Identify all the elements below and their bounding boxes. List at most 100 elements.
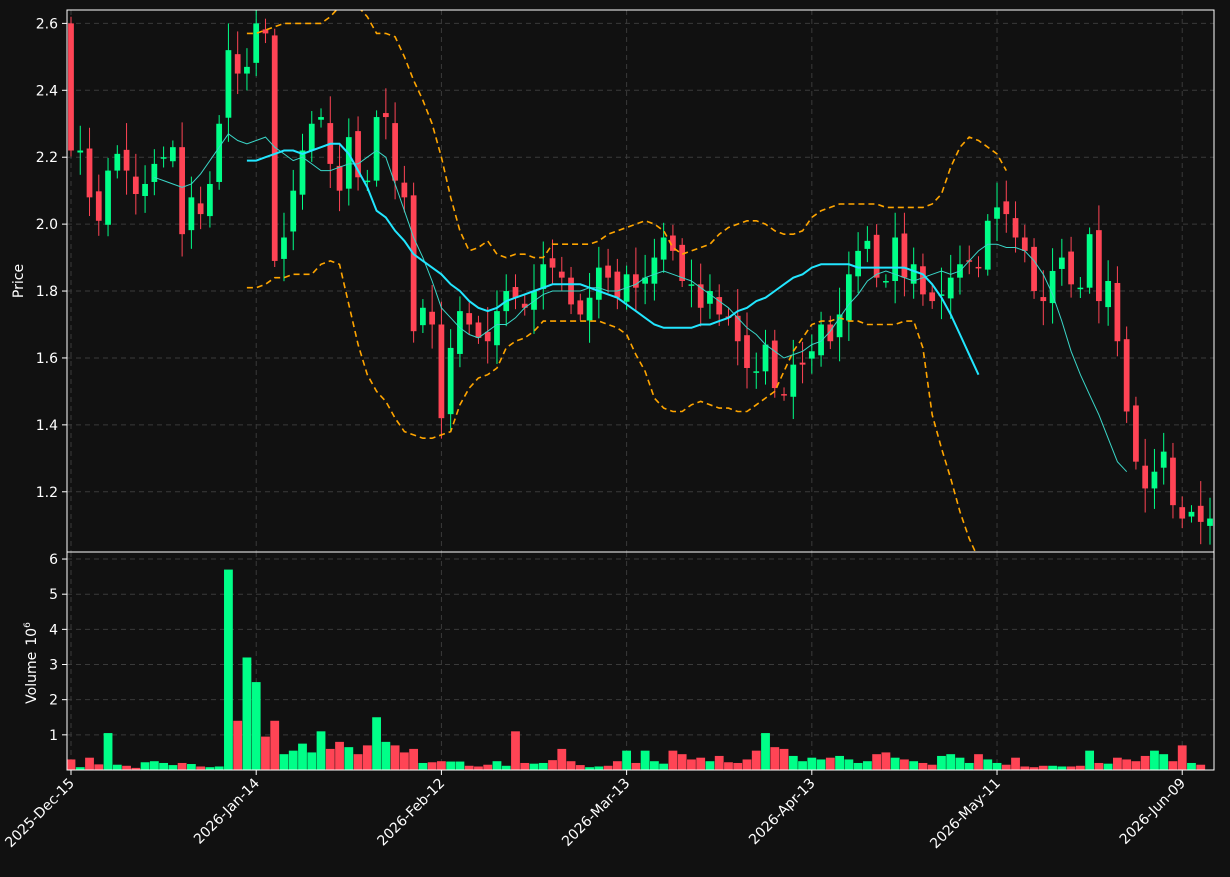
candle-body: [660, 237, 667, 260]
candle-body: [179, 147, 185, 235]
candle-body: [549, 258, 556, 268]
candle-body: [77, 150, 84, 153]
volume-tick-label: 1: [49, 728, 58, 744]
volume-bar: [1020, 766, 1030, 770]
candle-body: [123, 149, 130, 171]
volume-bar: [714, 755, 724, 770]
volume-bar: [168, 765, 178, 770]
candle-body: [651, 257, 658, 284]
candle-body: [1040, 297, 1047, 302]
volume-bar: [955, 757, 965, 770]
candle-body: [744, 335, 750, 368]
volume-bar: [261, 736, 270, 770]
volume-bar: [390, 745, 400, 770]
volume-bar: [798, 761, 807, 770]
volume-bar: [1103, 763, 1113, 770]
candle-body: [216, 123, 223, 182]
candle-body: [753, 371, 760, 373]
chart-svg: 1.2 1.4 1.6 1.8 2.0 2.2 2.4 2.6 1 2 3 4 5 6 2025-Dec-1…: [2, 9, 1215, 852]
candle-body: [253, 23, 260, 63]
candle-body: [1105, 281, 1112, 308]
candle-body: [577, 300, 584, 315]
volume-label-text: Volume: [24, 652, 40, 704]
volume-bar: [696, 757, 706, 770]
candle-body: [586, 297, 593, 321]
volume-bar: [335, 741, 344, 770]
candle-body: [994, 207, 1000, 219]
volume-bar: [631, 762, 641, 770]
volume-bar: [927, 764, 937, 770]
volume-bar: [103, 733, 113, 770]
volume-bar: [964, 762, 974, 770]
candle-body: [781, 394, 787, 396]
volume-bar: [603, 765, 613, 770]
ma-slow-line: [246, 142, 980, 376]
volume-bar: [381, 741, 391, 770]
volume-bar: [751, 750, 761, 770]
candle-body: [808, 351, 815, 359]
volume-bar: [946, 754, 956, 770]
candle-body: [790, 364, 797, 397]
candle-body: [1096, 230, 1102, 302]
volume-bar: [1112, 757, 1122, 770]
volume-bar: [474, 766, 483, 770]
volume-bar: [742, 759, 752, 770]
candle-body: [105, 170, 111, 225]
volume-bar: [862, 761, 872, 770]
candle-body: [151, 163, 158, 182]
volume-bar: [538, 762, 548, 770]
volume-bar: [872, 754, 882, 770]
volume-bar: [733, 762, 743, 770]
volume-bar: [983, 759, 993, 770]
price-tick-label: 2.4: [36, 83, 58, 99]
volume-bar: [224, 569, 233, 770]
volume-bar: [937, 755, 946, 770]
candle-body: [373, 117, 380, 181]
volume-bar: [279, 754, 289, 770]
volume-bar: [1048, 765, 1057, 770]
volume-bar: [761, 733, 770, 770]
candle-body: [540, 264, 547, 290]
price-tick-label: 2.2: [36, 150, 58, 166]
volume-bar: [455, 761, 465, 770]
candlestick-chart: 1.2 1.4 1.6 1.8 2.0 2.2 2.4 2.6 1 2 3 4 5 6 2025-Dec-1…: [0, 0, 1230, 873]
volume-bar: [112, 764, 122, 770]
candle-body: [114, 153, 121, 171]
volume-bar: [612, 761, 622, 770]
volume-bar: [622, 750, 632, 770]
candle-body: [429, 311, 436, 325]
candle-body: [169, 147, 176, 162]
candles: [68, 10, 1213, 545]
candle-body: [1086, 234, 1093, 288]
volume-bar: [825, 757, 835, 770]
candle-body: [475, 322, 482, 338]
candle-body: [531, 291, 537, 310]
candle-body: [132, 176, 139, 195]
volume-bar: [1001, 764, 1011, 770]
candle-body: [595, 267, 602, 300]
volume-bar: [529, 763, 539, 770]
candle-body: [1049, 270, 1056, 304]
volume-bar: [67, 759, 76, 770]
volume-bar: [881, 752, 891, 770]
volume-bar: [566, 761, 576, 770]
volume-bar: [890, 757, 900, 770]
volume-bar: [298, 743, 307, 770]
candle-body: [401, 182, 408, 198]
volume-bar: [177, 762, 187, 770]
volume-exponent: 6: [23, 622, 33, 628]
candle-body: [336, 165, 343, 191]
candle-body: [1179, 507, 1186, 519]
volume-bar: [242, 657, 252, 770]
candle-body: [86, 148, 93, 198]
candle-body: [1031, 246, 1037, 292]
volume-bar: [900, 759, 909, 770]
volume-bar: [307, 752, 317, 770]
volume-bar: [316, 731, 326, 770]
volume-bar: [575, 765, 585, 770]
candle-body: [1170, 457, 1176, 506]
volume-bar: [520, 762, 530, 770]
volume-bar: [1011, 757, 1020, 770]
candle-body: [160, 157, 167, 159]
volume-bar: [353, 754, 363, 770]
